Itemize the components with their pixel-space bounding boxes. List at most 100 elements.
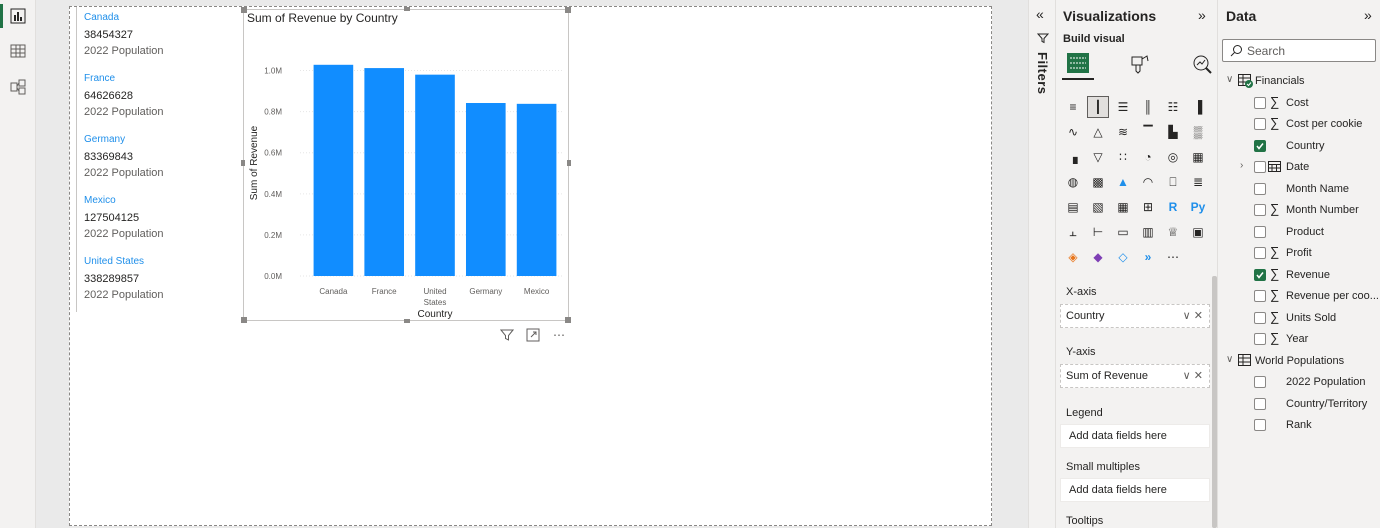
python-visual-icon[interactable]: Py — [1187, 196, 1209, 218]
clustered-bar-icon[interactable]: ☰ — [1112, 96, 1134, 118]
arcgis-icon[interactable]: ◈ — [1062, 246, 1084, 268]
bar[interactable] — [364, 68, 405, 276]
line-chart-icon[interactable]: ∿ — [1062, 121, 1084, 143]
area-chart-icon[interactable]: △ — [1087, 121, 1109, 143]
resize-handle-right[interactable] — [567, 160, 571, 166]
field-checkbox[interactable] — [1254, 225, 1266, 238]
key-influencers-icon[interactable]: ⫠ — [1062, 221, 1084, 243]
field-checkbox[interactable] — [1254, 397, 1266, 410]
bar[interactable] — [313, 64, 354, 276]
field-row[interactable]: Country/Territory — [1218, 394, 1380, 415]
metrics-icon[interactable]: ♕ — [1162, 221, 1184, 243]
card-germany[interactable]: Germany 83369843 2022 Population — [76, 129, 236, 190]
field-row[interactable]: ∑ Revenue per coo... — [1218, 286, 1380, 307]
decomposition-tree-icon[interactable]: ⊢ — [1087, 221, 1109, 243]
field-checkbox[interactable] — [1254, 118, 1266, 130]
field-row[interactable]: Month Name — [1218, 179, 1380, 200]
model-view-icon[interactable] — [6, 75, 30, 99]
field-row[interactable]: 2022 Population — [1218, 372, 1380, 393]
line-stacked-column-icon[interactable]: ▔ — [1137, 121, 1159, 143]
power-automate-icon[interactable]: ◇ — [1112, 246, 1134, 268]
pie-chart-icon[interactable]: ◔ — [1137, 146, 1159, 168]
field-checkbox[interactable] — [1254, 268, 1266, 281]
smart-narrative-icon[interactable]: ▥ — [1137, 221, 1159, 243]
resize-handle-bottom-left[interactable] — [241, 317, 247, 323]
table-row-world-populations[interactable]: ∨ World Populations — [1218, 351, 1380, 372]
field-checkbox[interactable] — [1254, 290, 1266, 302]
r-visual-icon[interactable]: R — [1162, 196, 1184, 218]
field-row[interactable]: Country — [1218, 136, 1380, 157]
format-visual-tab[interactable] — [1123, 48, 1155, 80]
field-checkbox[interactable] — [1254, 333, 1266, 345]
field-checkbox[interactable] — [1254, 204, 1266, 216]
build-visual-tab[interactable] — [1062, 48, 1094, 80]
slicer-icon[interactable]: ▧ — [1087, 196, 1109, 218]
filters-pane[interactable]: « Filters — [1028, 0, 1056, 528]
x-axis-field[interactable]: Country ∨ ✕ — [1060, 304, 1210, 328]
remove-field-icon[interactable]: ✕ — [1194, 370, 1203, 382]
more-visuals-icon[interactable]: ⋯ — [1162, 246, 1184, 268]
field-row[interactable]: › Date — [1218, 157, 1380, 178]
table-icon[interactable]: ▦ — [1112, 196, 1134, 218]
remove-field-icon[interactable]: ✕ — [1194, 310, 1203, 322]
card-canada[interactable]: Canada 38454327 2022 Population — [76, 7, 236, 68]
chevron-down-icon[interactable]: ∨ — [1226, 354, 1233, 365]
card-united-states[interactable]: United States 338289857 2022 Population — [76, 251, 236, 312]
donut-chart-icon[interactable]: ◎ — [1162, 146, 1184, 168]
field-row[interactable]: ∑ Cost per cookie — [1218, 114, 1380, 135]
resize-handle-bottom[interactable] — [404, 319, 410, 323]
chevron-down-icon[interactable]: ∨ — [1226, 74, 1233, 85]
field-checkbox[interactable] — [1254, 161, 1266, 173]
treemap-icon[interactable]: ▦ — [1187, 146, 1209, 168]
filled-map-icon[interactable]: ▩ — [1087, 171, 1109, 193]
field-row[interactable]: ∑ Month Number — [1218, 200, 1380, 221]
field-checkbox[interactable] — [1254, 419, 1266, 431]
chevron-down-icon[interactable]: ∨ — [1183, 370, 1191, 382]
legend-drop-zone[interactable]: Add data fields here — [1060, 424, 1210, 448]
filters-label[interactable]: Filters — [1035, 52, 1050, 95]
card-icon[interactable]: ⎕ — [1162, 171, 1184, 193]
visualizations-scrollbar[interactable] — [1212, 276, 1217, 528]
ribbon-chart-icon[interactable]: ▒ — [1187, 121, 1209, 143]
collapse-visualizations-chevron-icon[interactable]: » — [1198, 7, 1206, 23]
clustered-column-icon[interactable]: ║ — [1137, 96, 1159, 118]
chevron-down-icon[interactable]: ∨ — [1183, 310, 1191, 322]
100-stacked-bar-icon[interactable]: ☷ — [1162, 96, 1184, 118]
y-axis-field[interactable]: Sum of Revenue ∨ ✕ — [1060, 364, 1210, 388]
100-stacked-column-icon[interactable]: ▐ — [1187, 96, 1209, 118]
field-row[interactable]: ∑ Revenue — [1218, 265, 1380, 286]
azure-map-icon[interactable]: ▲ — [1112, 171, 1134, 193]
report-view-icon[interactable] — [6, 4, 30, 28]
field-row[interactable]: Product — [1218, 222, 1380, 243]
multi-row-card-icon[interactable]: ≣ — [1187, 171, 1209, 193]
resize-handle-left[interactable] — [241, 160, 245, 166]
bar[interactable] — [516, 103, 557, 276]
field-row[interactable]: ∑ Cost — [1218, 93, 1380, 114]
resize-handle-top-left[interactable] — [241, 7, 247, 13]
funnel-icon[interactable]: ▽ — [1087, 146, 1109, 168]
field-row[interactable]: ∑ Profit — [1218, 243, 1380, 264]
field-checkbox[interactable] — [1254, 376, 1266, 388]
more-options-icon[interactable]: ⋯ — [550, 327, 568, 343]
field-checkbox[interactable] — [1254, 247, 1266, 259]
bar[interactable] — [415, 74, 455, 277]
kpi-icon[interactable]: ▤ — [1062, 196, 1084, 218]
search-input[interactable]: Search — [1222, 39, 1376, 62]
line-clustered-column-icon[interactable]: ▙ — [1162, 121, 1184, 143]
stacked-area-icon[interactable]: ≋ — [1112, 121, 1134, 143]
power-bi-icon[interactable]: » — [1137, 246, 1159, 268]
expand-filters-chevron-icon[interactable]: « — [1036, 6, 1044, 22]
field-checkbox[interactable] — [1254, 139, 1266, 152]
resize-handle-top[interactable] — [404, 7, 410, 11]
map-icon[interactable]: ◍ — [1062, 171, 1084, 193]
small-multiples-drop-zone[interactable]: Add data fields here — [1060, 478, 1210, 502]
bar[interactable] — [465, 103, 506, 277]
revenue-bar-chart-visual[interactable]: Sum of Revenue by Country 0.0M 0.2M 0.4M 0.… — [241, 7, 571, 323]
scatter-icon[interactable]: ∷ — [1112, 146, 1134, 168]
field-checkbox[interactable] — [1254, 311, 1266, 324]
analytics-tab[interactable] — [1186, 48, 1218, 80]
chevron-right-icon[interactable]: › — [1240, 160, 1243, 171]
paginated-report-icon[interactable]: ▣ — [1187, 221, 1209, 243]
gauge-icon[interactable]: ◠ — [1137, 171, 1159, 193]
table-view-icon[interactable] — [6, 39, 30, 63]
